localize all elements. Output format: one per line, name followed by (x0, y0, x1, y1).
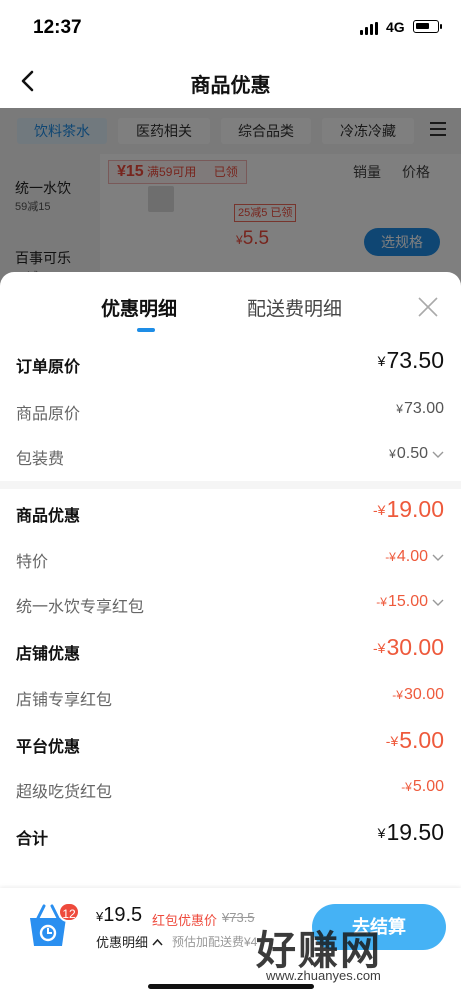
nav-bar: 商品优惠 (0, 56, 461, 108)
row-label: 特价 (16, 554, 49, 571)
original-price: ¥73.5 (222, 910, 255, 925)
row-label: 平台优惠 (16, 739, 81, 756)
row-store-discount: 店铺优惠 -¥ 30.00 (16, 634, 444, 666)
status-time: 12:37 (33, 17, 82, 38)
row-goods-discount: 商品优惠 -¥ 19.00 (16, 496, 444, 528)
row-platform-discount: 平台优惠 -¥ 5.00 (16, 727, 444, 759)
row-label: 合计 (16, 831, 49, 848)
row-value: -¥ 5.00 (385, 727, 444, 753)
total-price: ¥19.5 (96, 904, 143, 926)
tab-discount-detail[interactable]: 优惠明细 (101, 294, 177, 321)
row-value: -¥ 5.00 (401, 778, 444, 795)
delivery-fee-estimate: 预估加配送费¥4 (172, 935, 258, 949)
row-value: -¥ 30.00 (392, 686, 444, 703)
row-value: -¥ 19.00 (372, 496, 444, 522)
row-store-red-packet: 店铺专享红包 -¥ 30.00 (16, 682, 444, 712)
discount-detail-label: 优惠明细 (96, 935, 149, 950)
row-total: 合计 ¥19.50 (16, 819, 444, 851)
tab-indicator (137, 328, 155, 332)
row-special-price[interactable]: 特价 -¥ 4.00 (16, 544, 444, 574)
row-value: -¥ 30.00 (372, 634, 444, 660)
row-value: -¥ 4.00 (385, 548, 444, 566)
chevron-up-icon (152, 938, 163, 946)
chevron-down-icon[interactable] (432, 449, 444, 459)
row-value: ¥0.50 (389, 445, 444, 463)
row-order-original: 订单原价 ¥73.50 (16, 347, 444, 379)
chevron-down-icon[interactable] (432, 552, 444, 562)
watermark: 好赚网 www.zhuanyes.com (252, 918, 452, 988)
row-goods-original: 商品原价 ¥73.00 (16, 396, 444, 426)
status-bar: 12:37 4G (0, 0, 461, 56)
chevron-down-icon[interactable] (432, 597, 444, 607)
row-packing-fee[interactable]: 包装费 ¥0.50 (16, 441, 444, 471)
row-label: 店铺专享红包 (16, 692, 113, 709)
signal-icon (360, 22, 378, 35)
cart-count-badge: 12 (58, 902, 80, 922)
row-foodie-red-packet: 超级吃货红包 -¥ 5.00 (16, 774, 444, 804)
row-value: ¥19.50 (377, 819, 444, 845)
discount-detail-toggle[interactable]: 优惠明细 (96, 932, 163, 951)
page-title: 商品优惠 (190, 75, 271, 97)
network-label: 4G (386, 19, 405, 35)
row-label: 超级吃货红包 (16, 784, 113, 801)
row-value: -¥ 15.00 (376, 593, 444, 611)
battery-icon (413, 20, 442, 33)
row-label: 统一水饮专享红包 (16, 599, 145, 616)
red-packet-price-label: 红包优惠价 (152, 913, 218, 928)
row-label: 商品原价 (16, 406, 81, 423)
home-indicator (148, 984, 314, 989)
total-price-value: 19.5 (103, 904, 143, 926)
tab-delivery-fee-detail[interactable]: 配送费明细 (247, 294, 342, 321)
row-value: ¥73.50 (377, 347, 444, 373)
row-label: 订单原价 (16, 359, 81, 376)
row-label: 店铺优惠 (16, 646, 81, 663)
watermark-url: www.zhuanyes.com (266, 968, 381, 983)
row-tongyi-red-packet[interactable]: 统一水饮专享红包 -¥ 15.00 (16, 589, 444, 619)
row-value: ¥73.00 (396, 400, 444, 417)
row-label: 商品优惠 (16, 508, 81, 525)
close-icon[interactable] (417, 296, 439, 318)
section-divider (0, 481, 461, 489)
row-label: 包装费 (16, 451, 65, 468)
